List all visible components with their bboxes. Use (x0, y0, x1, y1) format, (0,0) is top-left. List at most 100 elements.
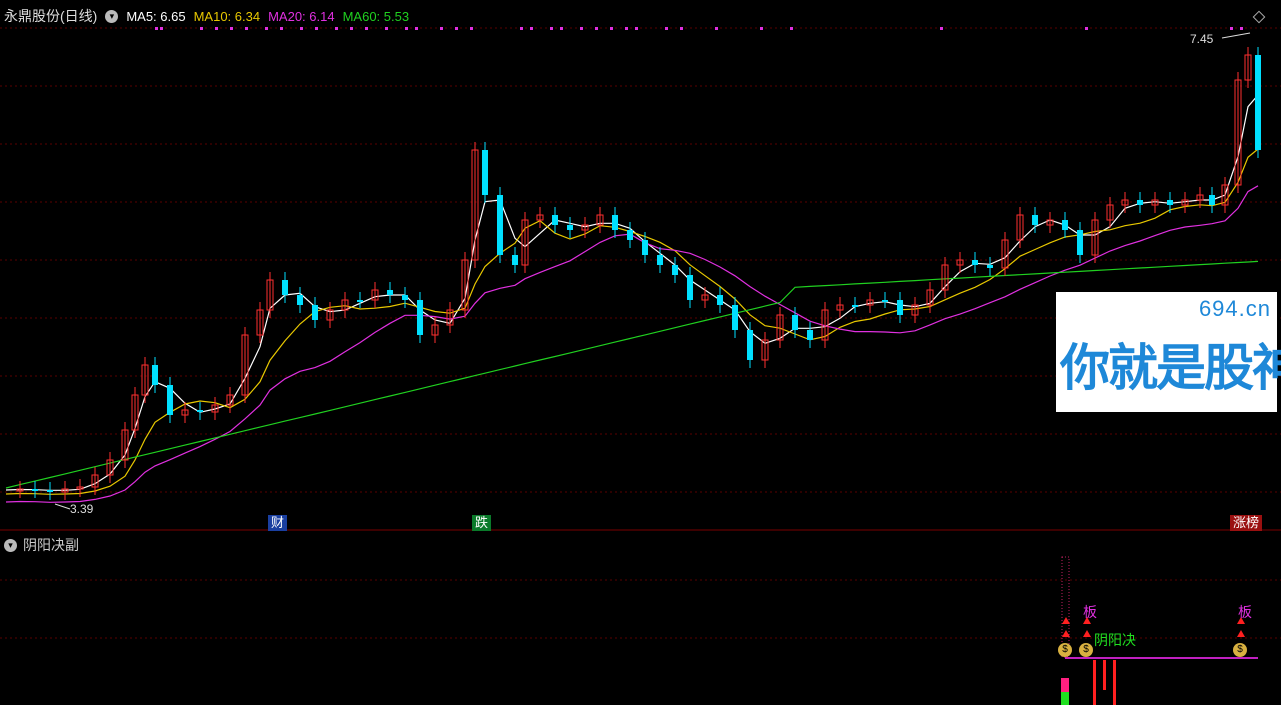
signal-dot (455, 27, 458, 30)
signal-dot (940, 27, 943, 30)
candle-body (747, 330, 753, 360)
money-bag-icon: $ (1058, 643, 1072, 657)
candle-body (297, 295, 303, 305)
volume-outline (1061, 556, 1070, 658)
money-bag-icon: $ (1233, 643, 1247, 657)
sub-indicator-panel (1061, 556, 1258, 705)
up-arrow-icon (1083, 630, 1091, 637)
candle-body (1209, 195, 1215, 205)
candle-body (717, 295, 723, 305)
ma20-value: MA20: 6.14 (268, 8, 335, 24)
signal-dot (560, 27, 563, 30)
money-bag-glyph: $ (1062, 644, 1068, 655)
candle-body (552, 215, 558, 225)
candle-body (1032, 215, 1038, 225)
up-arrow-icon (1062, 617, 1070, 624)
signal-dot (230, 27, 233, 30)
signal-dot (280, 27, 283, 30)
signal-dot (365, 27, 368, 30)
ma5-value: MA5: 6.65 (126, 8, 186, 24)
signal-dot (680, 27, 683, 30)
chevron-down-icon[interactable]: ▾ (4, 538, 17, 552)
candle-body (657, 255, 663, 265)
watermark-domain: 694.cn (1198, 296, 1271, 321)
event-tag-die[interactable]: 跌 (472, 515, 492, 531)
signal-dot (625, 27, 628, 30)
sub-panel-header: ▾ 阴阳决副 (4, 535, 79, 555)
stock-title[interactable]: 永鼎股份(日线) (4, 6, 97, 26)
candle-body (1062, 220, 1068, 230)
candle-body (792, 315, 798, 330)
signal-dot (300, 27, 303, 30)
candle-body (972, 260, 978, 265)
candle-body (672, 265, 678, 275)
sub-panel-title[interactable]: 阴阳决副 (23, 535, 79, 555)
money-bag-icon: $ (1079, 643, 1093, 657)
candle-body (32, 489, 38, 491)
candle-body (417, 300, 423, 335)
candle-body (627, 230, 633, 240)
candle-body (897, 300, 903, 315)
signal-dot (1230, 27, 1233, 30)
candle-body (807, 330, 813, 340)
low-price-value: 3.39 (70, 502, 94, 516)
candle-body (687, 275, 693, 300)
signal-dot (315, 27, 318, 30)
signal-dots (155, 27, 1243, 30)
candle-body (512, 255, 518, 265)
diamond-icon[interactable] (1252, 10, 1266, 24)
signal-dot (415, 27, 418, 30)
signal-bar (1113, 660, 1116, 705)
candle-body (642, 240, 648, 255)
signal-dot (580, 27, 583, 30)
money-bag-glyph: $ (1083, 644, 1089, 655)
yinyang-label: 阴阳决 (1094, 632, 1136, 648)
ban-label-1: 板 (1083, 604, 1097, 620)
signal-dot (760, 27, 763, 30)
candle-body (882, 300, 888, 302)
signal-bar (1093, 660, 1096, 705)
candle-body (1255, 55, 1261, 150)
signal-dot (530, 27, 533, 30)
signal-dot (1240, 27, 1243, 30)
signal-dot (790, 27, 793, 30)
signal-dot (595, 27, 598, 30)
high-price-value: 7.45 (1190, 32, 1214, 46)
signal-dot (405, 27, 408, 30)
signal-dot (470, 27, 473, 30)
chevron-down-icon[interactable]: ▾ (105, 9, 119, 23)
signal-dot (350, 27, 353, 30)
candlesticks (16, 47, 1261, 500)
event-tag-cai[interactable]: 财 (268, 515, 288, 531)
signal-dot (610, 27, 613, 30)
candle-body (612, 215, 618, 230)
money-bag-glyph: $ (1237, 644, 1243, 655)
signal-dot (520, 27, 523, 30)
candle-body (567, 225, 573, 230)
candle-body (357, 300, 363, 302)
candle-body (312, 305, 318, 320)
ma60-value: MA60: 5.53 (342, 8, 410, 24)
signal-dot (265, 27, 268, 30)
signal-dot (635, 27, 638, 30)
volume-bar (1061, 692, 1069, 705)
candle-body (152, 365, 158, 385)
candle-body (1167, 200, 1173, 205)
signal-dot (385, 27, 388, 30)
signal-dot (245, 27, 248, 30)
watermark-slogan: 你就是股神 (1060, 340, 1281, 396)
signal-dot (215, 27, 218, 30)
candle-body (1077, 230, 1083, 255)
volume-bar (1061, 678, 1069, 692)
candle-body (402, 295, 408, 300)
signal-dot (440, 27, 443, 30)
candle-body (282, 280, 288, 295)
candle-body (497, 195, 503, 255)
signal-dot (155, 27, 158, 30)
watermark-box: 694.cn 你就是股神 (1056, 292, 1281, 412)
low-price-label: 3.39 (54, 502, 94, 516)
event-tag-zhangbang[interactable]: 涨榜 (1230, 515, 1263, 531)
signal-dot (335, 27, 338, 30)
signal-dot (550, 27, 553, 30)
candle-body (482, 150, 488, 195)
